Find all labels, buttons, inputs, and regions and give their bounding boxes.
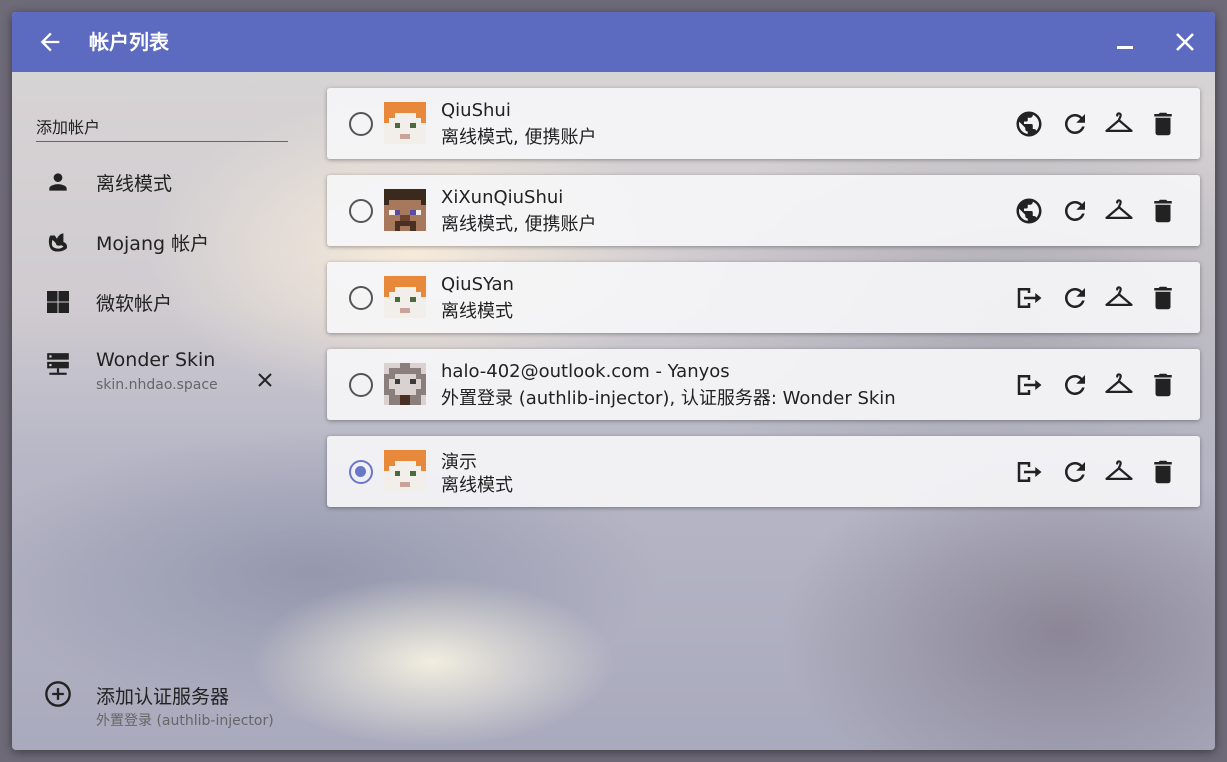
avatar (384, 189, 426, 231)
account-actions (1013, 456, 1173, 488)
hanger-icon (1104, 109, 1134, 139)
delete-icon (1148, 457, 1178, 487)
title-bar: 帐户列表 (12, 12, 1215, 72)
delete-account-button[interactable] (1147, 108, 1179, 140)
account-select-radio[interactable] (349, 373, 373, 397)
delete-account-button[interactable] (1147, 195, 1179, 227)
close-button[interactable] (1169, 26, 1201, 58)
sidebar-item-label: 离线模式 (96, 173, 173, 195)
change-skin-button[interactable] (1103, 456, 1135, 488)
account-card[interactable]: XiXunQiuShui 离线模式, 便携账户 (327, 175, 1200, 246)
globe-icon (1014, 196, 1044, 226)
account-name: halo-402@outlook.com - Yanyos (441, 361, 730, 382)
hanger-icon (1104, 457, 1134, 487)
add-circle-icon (44, 680, 72, 708)
account-type: 离线模式, 便携账户 (441, 214, 597, 235)
change-skin-button[interactable] (1103, 108, 1135, 140)
sidebar-item-label: 微软帐户 (96, 293, 173, 315)
back-button[interactable] (30, 25, 70, 59)
delete-icon (1148, 283, 1178, 313)
minimize-button[interactable] (1109, 26, 1141, 58)
add-server-label: 添加认证服务器 (96, 686, 230, 708)
delete-account-button[interactable] (1147, 282, 1179, 314)
delete-account-button[interactable] (1147, 456, 1179, 488)
portable-account-button[interactable] (1013, 195, 1045, 227)
page-title: 帐户列表 (89, 30, 169, 54)
logout-icon (1014, 457, 1044, 487)
account-actions (1013, 369, 1173, 401)
account-actions (1013, 108, 1173, 140)
refresh-button[interactable] (1059, 369, 1091, 401)
refresh-icon (1060, 283, 1090, 313)
account-actions (1013, 195, 1173, 227)
move-to-portable-button[interactable] (1013, 369, 1045, 401)
sidebar-item-offline[interactable]: 离线模式 (12, 157, 302, 207)
account-type: 离线模式, 便携账户 (441, 127, 597, 148)
mojang-icon (44, 228, 72, 256)
refresh-button[interactable] (1059, 108, 1091, 140)
server-url: skin.nhdao.space (96, 377, 218, 393)
add-server-sub: 外置登录 (authlib-injector) (96, 713, 274, 729)
account-card[interactable]: halo-402@outlook.com - Yanyos 外置登录 (authl… (327, 349, 1200, 420)
delete-icon (1148, 370, 1178, 400)
portable-account-button[interactable] (1013, 108, 1045, 140)
account-card[interactable]: QiuShui 离线模式, 便携账户 (327, 88, 1200, 159)
logout-icon (1014, 283, 1044, 313)
refresh-button[interactable] (1059, 456, 1091, 488)
account-name: QiuSYan (441, 274, 514, 295)
refresh-icon (1060, 109, 1090, 139)
avatar (384, 450, 426, 492)
arrow-left-icon (40, 32, 60, 52)
close-icon (1176, 33, 1194, 51)
delete-icon (1148, 196, 1178, 226)
avatar (384, 276, 426, 318)
account-select-radio[interactable] (349, 460, 373, 484)
account-name: XiXunQiuShui (441, 187, 564, 208)
account-select-radio[interactable] (349, 112, 373, 136)
sidebar-item-label: Mojang 帐户 (96, 233, 210, 255)
account-type: 离线模式 (441, 301, 513, 322)
account-name: QiuShui (441, 100, 511, 121)
sidebar-item-label: Wonder Skin (96, 349, 216, 371)
move-to-portable-button[interactable] (1013, 456, 1045, 488)
sidebar: 添加帐户 离线模式 Mojang 帐户 微软帐户 Wonder Skin ski… (12, 72, 312, 750)
change-skin-button[interactable] (1103, 282, 1135, 314)
change-skin-button[interactable] (1103, 369, 1135, 401)
account-type: 外置登录 (authlib-injector), 认证服务器: Wonder S… (441, 388, 896, 409)
sidebar-item-mojang[interactable]: Mojang 帐户 (12, 217, 302, 267)
change-skin-button[interactable] (1103, 195, 1135, 227)
account-card[interactable]: 演示 离线模式 (327, 436, 1200, 507)
hanger-icon (1104, 370, 1134, 400)
account-card[interactable]: QiuSYan 离线模式 (327, 262, 1200, 333)
avatar (384, 363, 426, 405)
remove-server-button[interactable] (253, 368, 277, 392)
avatar (384, 102, 426, 144)
logout-icon (1014, 370, 1044, 400)
add-auth-server-button[interactable]: 添加认证服务器 外置登录 (authlib-injector) (12, 670, 302, 729)
refresh-icon (1060, 196, 1090, 226)
refresh-button[interactable] (1059, 282, 1091, 314)
minimize-icon (1117, 46, 1133, 49)
delete-icon (1148, 109, 1178, 139)
close-icon (258, 373, 272, 387)
hanger-icon (1104, 283, 1134, 313)
delete-account-button[interactable] (1147, 369, 1179, 401)
server-icon (44, 350, 72, 378)
account-select-radio[interactable] (349, 286, 373, 310)
hanger-icon (1104, 196, 1134, 226)
microsoft-icon (44, 288, 72, 316)
account-list-window: 帐户列表 添加帐户 离线模式 Mojang 帐户 微软帐户 Wonder Ski… (12, 12, 1215, 750)
account-actions (1013, 282, 1173, 314)
person-icon (44, 168, 72, 196)
account-select-radio[interactable] (349, 199, 373, 223)
refresh-icon (1060, 457, 1090, 487)
account-type: 离线模式 (441, 475, 513, 496)
move-to-portable-button[interactable] (1013, 282, 1045, 314)
sidebar-item-microsoft[interactable]: 微软帐户 (12, 277, 302, 327)
globe-icon (1014, 109, 1044, 139)
refresh-button[interactable] (1059, 195, 1091, 227)
refresh-icon (1060, 370, 1090, 400)
add-account-heading: 添加帐户 (36, 114, 288, 142)
